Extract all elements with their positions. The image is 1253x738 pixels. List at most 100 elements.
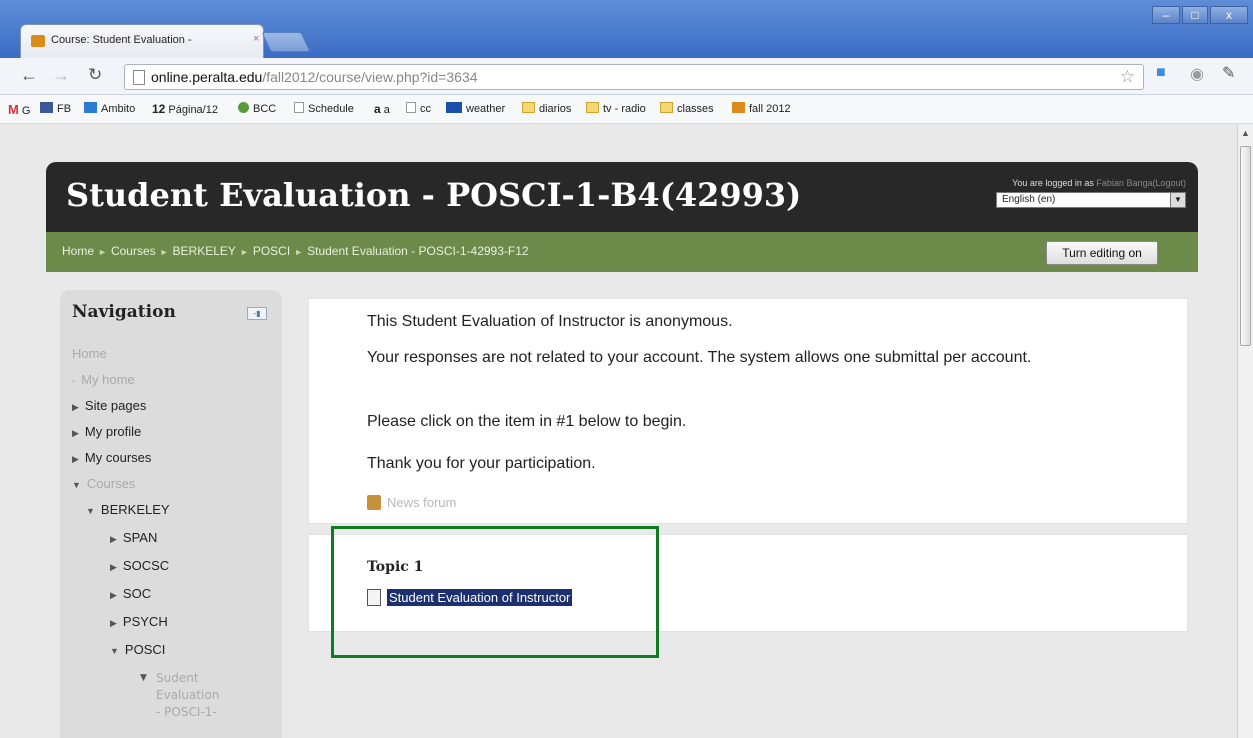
breadcrumb-posci[interactable]: POSCI [253,244,290,258]
nav-item-psych[interactable]: ▶ PSYCH [110,614,168,629]
navigation-title: Navigation [72,302,176,322]
browser-toolbar: ← → ↻ online.peralta.edu/fall2012/course… [0,58,1253,95]
user-name-link[interactable]: Fabian Banga [1096,178,1152,188]
breadcrumb-berkeley[interactable]: BERKELEY [173,244,236,258]
news-forum-link[interactable]: News forum [367,495,456,510]
nav-item-berkeley[interactable]: ▼ BERKELEY [86,502,170,517]
forward-arrow-icon[interactable]: → [52,65,70,86]
bookmark-amazon[interactable]: a a [374,102,390,116]
expand-triangle-icon: ▶ [110,590,117,600]
nav-item-label: SPAN [122,530,158,545]
amazon-icon: a [374,102,381,116]
bookmark-label: G [21,105,31,117]
eye-extension-icon[interactable]: ◉ [1190,64,1204,84]
vertical-scrollbar[interactable]: ▲ [1237,124,1253,738]
bookmark-label: diarios [539,103,572,115]
bookmark-pagina12[interactable]: 12 Página/12 [152,102,218,116]
url-domain: online.peralta.edu [151,69,263,85]
bookmark-cc[interactable]: cc [406,102,431,115]
tab-title: Course: Student Evaluation - [51,34,192,46]
scrollbar-thumb[interactable] [1240,146,1251,346]
nav-item-span[interactable]: ▶ SPAN [110,530,157,545]
scroll-up-arrow-icon[interactable]: ▲ [1241,128,1250,138]
bookmark-schedule[interactable]: Schedule [294,102,354,115]
extension-icon[interactable]: ■ [1156,64,1166,82]
bookmark-label: Schedule [308,103,354,115]
nav-item-label: BERKELEY [100,502,170,517]
bookmark-fb[interactable]: FB [40,102,71,115]
breadcrumb-courses[interactable]: Courses [111,244,156,258]
dropdown-arrow-icon[interactable]: ▼ [1170,193,1185,207]
nav-item-my-courses[interactable]: ▶ My courses [72,450,151,465]
page-icon [406,102,416,113]
dock-block-icon[interactable]: -▮ [247,307,267,320]
bookmark-label: cc [420,103,431,115]
login-prefix: You are logged in as [1012,178,1094,188]
bookmark-label: fall 2012 [749,103,791,115]
tab-close-icon[interactable]: × [253,33,259,45]
ambito-icon [84,102,97,113]
back-arrow-icon[interactable]: ← [20,65,38,86]
nav-item-student-evaluation[interactable]: ▼ Sudent Evaluation - POSCI-1- [140,670,254,721]
folder-icon [586,102,599,113]
bookmark-gmail[interactable]: M G [8,102,30,117]
close-window-button[interactable]: x [1210,6,1248,24]
intro-line-instructions: Please click on the item in #1 below to … [367,413,687,430]
breadcrumb-current-course[interactable]: Student Evaluation - POSCI-1-42993-F12 [307,244,528,258]
logout-link[interactable]: (Logout) [1152,178,1186,188]
nav-item-soc[interactable]: ▶ SOC [110,586,151,601]
reload-icon[interactable]: ↻ [88,65,102,85]
gmail-icon: M [8,102,19,117]
bookmark-label: classes [677,103,714,115]
wrench-icon[interactable]: ✎ [1222,63,1235,83]
bookmark-bcc[interactable]: BCC [238,102,276,115]
bookmark-label: tv - radio [603,103,646,115]
nav-item-home[interactable]: Home [72,346,107,361]
language-select[interactable]: English (en) ▼ [996,192,1186,208]
nav-item-label: Sudent Evaluation - POSCI-1- [156,671,220,719]
intro-line-anonymous: This Student Evaluation of Instructor is… [367,313,733,330]
expand-triangle-icon: ▶ [110,562,117,572]
bookmark-star-icon[interactable]: ☆ [1120,67,1135,87]
highlight-box [331,526,659,658]
bookmark-label: a [383,104,390,116]
bookmark-fall-2012[interactable]: fall 2012 [732,102,791,115]
window-titlebar: Course: Student Evaluation - × – □ x [0,0,1253,58]
new-tab-button[interactable] [261,32,311,52]
nav-item-posci[interactable]: ▼ POSCI [110,642,165,657]
url-path: /fall2012/course/view.php?id=3634 [262,69,478,85]
nav-item-site-pages[interactable]: ▶ Site pages [72,398,146,413]
facebook-icon [40,102,53,113]
bookmark-tv-radio[interactable]: tv - radio [586,102,646,115]
weather-icon [446,102,462,113]
breadcrumb-bar: Home ► Courses ► BERKELEY ► POSCI ► Student Eval… [46,232,1198,272]
nav-item-my-profile[interactable]: ▶ My profile [72,424,141,439]
nav-item-socsc[interactable]: ▶ SOCSC [110,558,169,573]
breadcrumb-home[interactable]: Home [62,244,94,258]
collapse-triangle-icon: ▼ [72,480,81,490]
breadcrumb: Home ► Courses ► BERKELEY ► POSCI ► Student Eval… [62,244,529,258]
address-bar[interactable]: online.peralta.edu/fall2012/course/view.… [124,64,1144,90]
nav-item-my-home[interactable]: ▪ My home [72,372,135,387]
bookmarks-bar: M G FB Ambito 12 Página/12 BCC Schedule … [0,95,1253,124]
window-controls: – □ x [1152,6,1248,26]
turn-editing-on-button[interactable]: Turn editing on [1046,241,1158,265]
intro-line-responses: Your responses are not related to your a… [367,349,1032,366]
intro-line-thanks: Thank you for your participation. [367,455,596,472]
bookmark-classes[interactable]: classes [660,102,714,115]
url-text: online.peralta.edu/fall2012/course/view.… [151,69,478,85]
page-icon [133,70,145,85]
bookmark-weather[interactable]: weather [446,102,505,115]
minimize-button[interactable]: – [1152,6,1180,24]
breadcrumb-separator-icon: ► [159,247,169,257]
expand-triangle-icon: ▶ [110,618,117,628]
nav-item-courses[interactable]: ▼ Courses [72,476,135,491]
bullet-icon: ▪ [72,376,76,386]
bookmark-label: FB [57,103,72,115]
browser-tab[interactable]: Course: Student Evaluation - × [20,24,264,58]
bookmark-diarios[interactable]: diarios [522,102,571,115]
folder-icon [660,102,673,113]
moodle-icon [732,102,745,113]
bookmark-ambito[interactable]: Ambito [84,102,135,115]
maximize-button[interactable]: □ [1182,6,1208,24]
